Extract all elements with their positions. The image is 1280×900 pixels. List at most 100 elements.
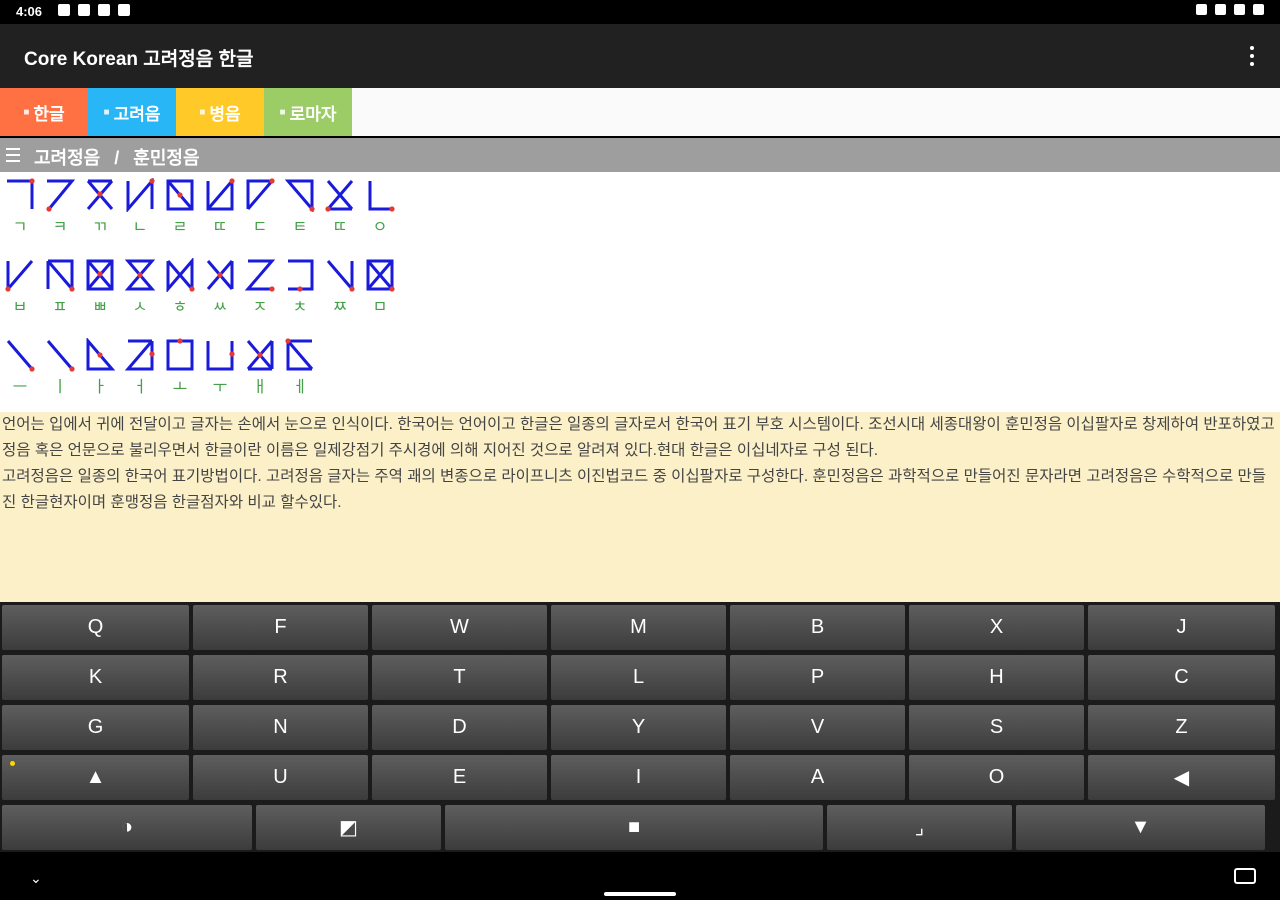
glyph-cell[interactable]: ㄹ xyxy=(160,178,200,238)
tab-romaja[interactable]: ■ 로마자 xyxy=(264,88,352,136)
goryeo-glyph-icon xyxy=(7,178,35,209)
glyph-cell[interactable]: ㅔ xyxy=(280,338,320,398)
key-m[interactable]: M xyxy=(551,605,726,650)
glyph-cell[interactable]: ㄴ xyxy=(120,178,160,238)
glyph-cell[interactable]: ㅁ xyxy=(360,258,400,318)
tab-pinyin[interactable]: ■ 병음 xyxy=(176,88,264,136)
keyboard-row: ◑ ◩ ■ ⌟ ▼ xyxy=(2,805,1265,850)
key-g[interactable]: G xyxy=(2,705,189,750)
jamo-label: ㅎ xyxy=(172,299,188,316)
goryeo-glyph-icon xyxy=(246,340,274,371)
key-d[interactable]: D xyxy=(372,705,547,750)
glyph-cell[interactable]: ㅍ xyxy=(40,258,80,318)
glyph-cell[interactable]: ㅋ xyxy=(40,178,80,238)
key-z[interactable]: Z xyxy=(1088,705,1275,750)
key-e[interactable]: E xyxy=(372,755,547,800)
jamo-label: ㄱ xyxy=(12,219,28,236)
keyboard-icon[interactable] xyxy=(1234,868,1256,884)
glyph-cell[interactable]: ㅉ xyxy=(320,258,360,318)
key-o[interactable]: O xyxy=(909,755,1084,800)
glyph-cell[interactable]: ㅊ xyxy=(280,258,320,318)
key-s[interactable]: S xyxy=(909,705,1084,750)
contrast-key[interactable]: ◑ xyxy=(2,805,252,850)
glyph-cell[interactable]: ㅓ xyxy=(120,338,160,398)
system-icons xyxy=(1196,4,1264,15)
jamo-label: ㅐ xyxy=(252,379,268,396)
glyph-cell[interactable]: ㅅ xyxy=(120,258,160,318)
jamo-label: ㄲ xyxy=(92,219,108,236)
chevron-down-icon[interactable]: ⌄ xyxy=(30,870,42,887)
key-c[interactable]: C xyxy=(1088,655,1275,700)
goryeo-glyph-icon xyxy=(124,259,156,291)
key-n[interactable]: N xyxy=(193,705,368,750)
key-a[interactable]: A xyxy=(730,755,905,800)
glyph-cell[interactable]: ㄷ xyxy=(240,178,280,238)
tab-dot-icon: ■ xyxy=(103,106,110,118)
symbol-key[interactable]: ⌟ xyxy=(827,805,1012,850)
mode-key[interactable]: ◩ xyxy=(256,805,441,850)
key-k[interactable]: K xyxy=(2,655,189,700)
goryeo-glyph-icon xyxy=(46,259,75,292)
shift-up-key[interactable]: ▲ xyxy=(2,755,189,800)
breadcrumb-first[interactable]: 고려정음 xyxy=(34,148,100,168)
glyph-cell[interactable]: ㅌ xyxy=(280,178,320,238)
glyph-cell[interactable]: ㅆ xyxy=(200,258,240,318)
glyph-cell[interactable]: ㅗ xyxy=(160,338,200,398)
battery-icon xyxy=(1253,4,1264,15)
goryeo-glyph-icon xyxy=(6,340,35,372)
overflow-menu-icon[interactable] xyxy=(1250,46,1254,66)
hide-keyboard-key[interactable]: ▼ xyxy=(1016,805,1265,850)
glyph-cell[interactable]: ㅜ xyxy=(200,338,240,398)
glyph-cell[interactable]: ㅂ xyxy=(0,258,40,318)
key-q[interactable]: Q xyxy=(2,605,189,650)
key-u[interactable]: U xyxy=(193,755,368,800)
jamo-label: ㅗ xyxy=(172,379,188,396)
key-j[interactable]: J xyxy=(1088,605,1275,650)
key-p[interactable]: P xyxy=(730,655,905,700)
grid-icon xyxy=(78,4,90,16)
key-f[interactable]: F xyxy=(193,605,368,650)
goryeo-glyph-icon xyxy=(206,178,235,211)
glyph-cell[interactable]: ㅃ xyxy=(80,258,120,318)
list-icon[interactable] xyxy=(6,148,20,162)
glyph-cell[interactable]: ㄲ xyxy=(80,178,120,238)
glyph-cell[interactable]: ㅐ xyxy=(240,338,280,398)
mute-icon xyxy=(1215,4,1226,15)
glyph-cell[interactable]: ㄸ xyxy=(320,178,360,238)
home-handle[interactable] xyxy=(604,892,676,896)
jamo-label: ㅜ xyxy=(212,379,228,396)
key-w[interactable]: W xyxy=(372,605,547,650)
jamo-label: ㅋ xyxy=(52,219,68,236)
glyph-cell[interactable]: ㅣ xyxy=(40,338,80,398)
glyph-cell[interactable]: ㅎ xyxy=(160,258,200,318)
tab-label: 한글 xyxy=(33,104,65,124)
backspace-key[interactable]: ◀ xyxy=(1088,755,1275,800)
glyph-cell[interactable]: ㄱ xyxy=(0,178,40,238)
jamo-label: ㅈ xyxy=(252,299,268,316)
key-b[interactable]: B xyxy=(730,605,905,650)
glyph-cell[interactable]: ㅡ xyxy=(0,338,40,398)
tab-hangul[interactable]: ■ 한글 xyxy=(0,88,88,136)
goryeo-glyph-icon xyxy=(86,179,114,210)
key-t[interactable]: T xyxy=(372,655,547,700)
key-y[interactable]: Y xyxy=(551,705,726,750)
key-r[interactable]: R xyxy=(193,655,368,700)
goryeo-glyph-icon xyxy=(124,339,155,371)
key-i[interactable]: I xyxy=(551,755,726,800)
key-h[interactable]: H xyxy=(909,655,1084,700)
space-key[interactable]: ■ xyxy=(445,805,823,850)
glyph-cell[interactable]: ㄸ xyxy=(200,178,240,238)
jamo-label: ㅅ xyxy=(132,299,148,316)
key-l[interactable]: L xyxy=(551,655,726,700)
description-text[interactable]: 언어는 입에서 귀에 전달이고 글자는 손에서 눈으로 인식이다. 한국어는 언… xyxy=(0,412,1280,602)
jamo-label: ㄹ xyxy=(172,219,188,236)
key-v[interactable]: V xyxy=(730,705,905,750)
glyph-cell[interactable]: ㅏ xyxy=(80,338,120,398)
tab-goryeoeum[interactable]: ■ 고려음 xyxy=(88,88,176,136)
glyph-cell[interactable]: ㅈ xyxy=(240,258,280,318)
breadcrumb-second[interactable]: 훈민정음 xyxy=(133,148,199,168)
glyph-cell[interactable]: ㅇ xyxy=(360,178,400,238)
status-time: 4:06 xyxy=(16,4,43,19)
key-x[interactable]: X xyxy=(909,605,1084,650)
breadcrumb: 고려정음 / 훈민정음 xyxy=(0,138,1280,172)
